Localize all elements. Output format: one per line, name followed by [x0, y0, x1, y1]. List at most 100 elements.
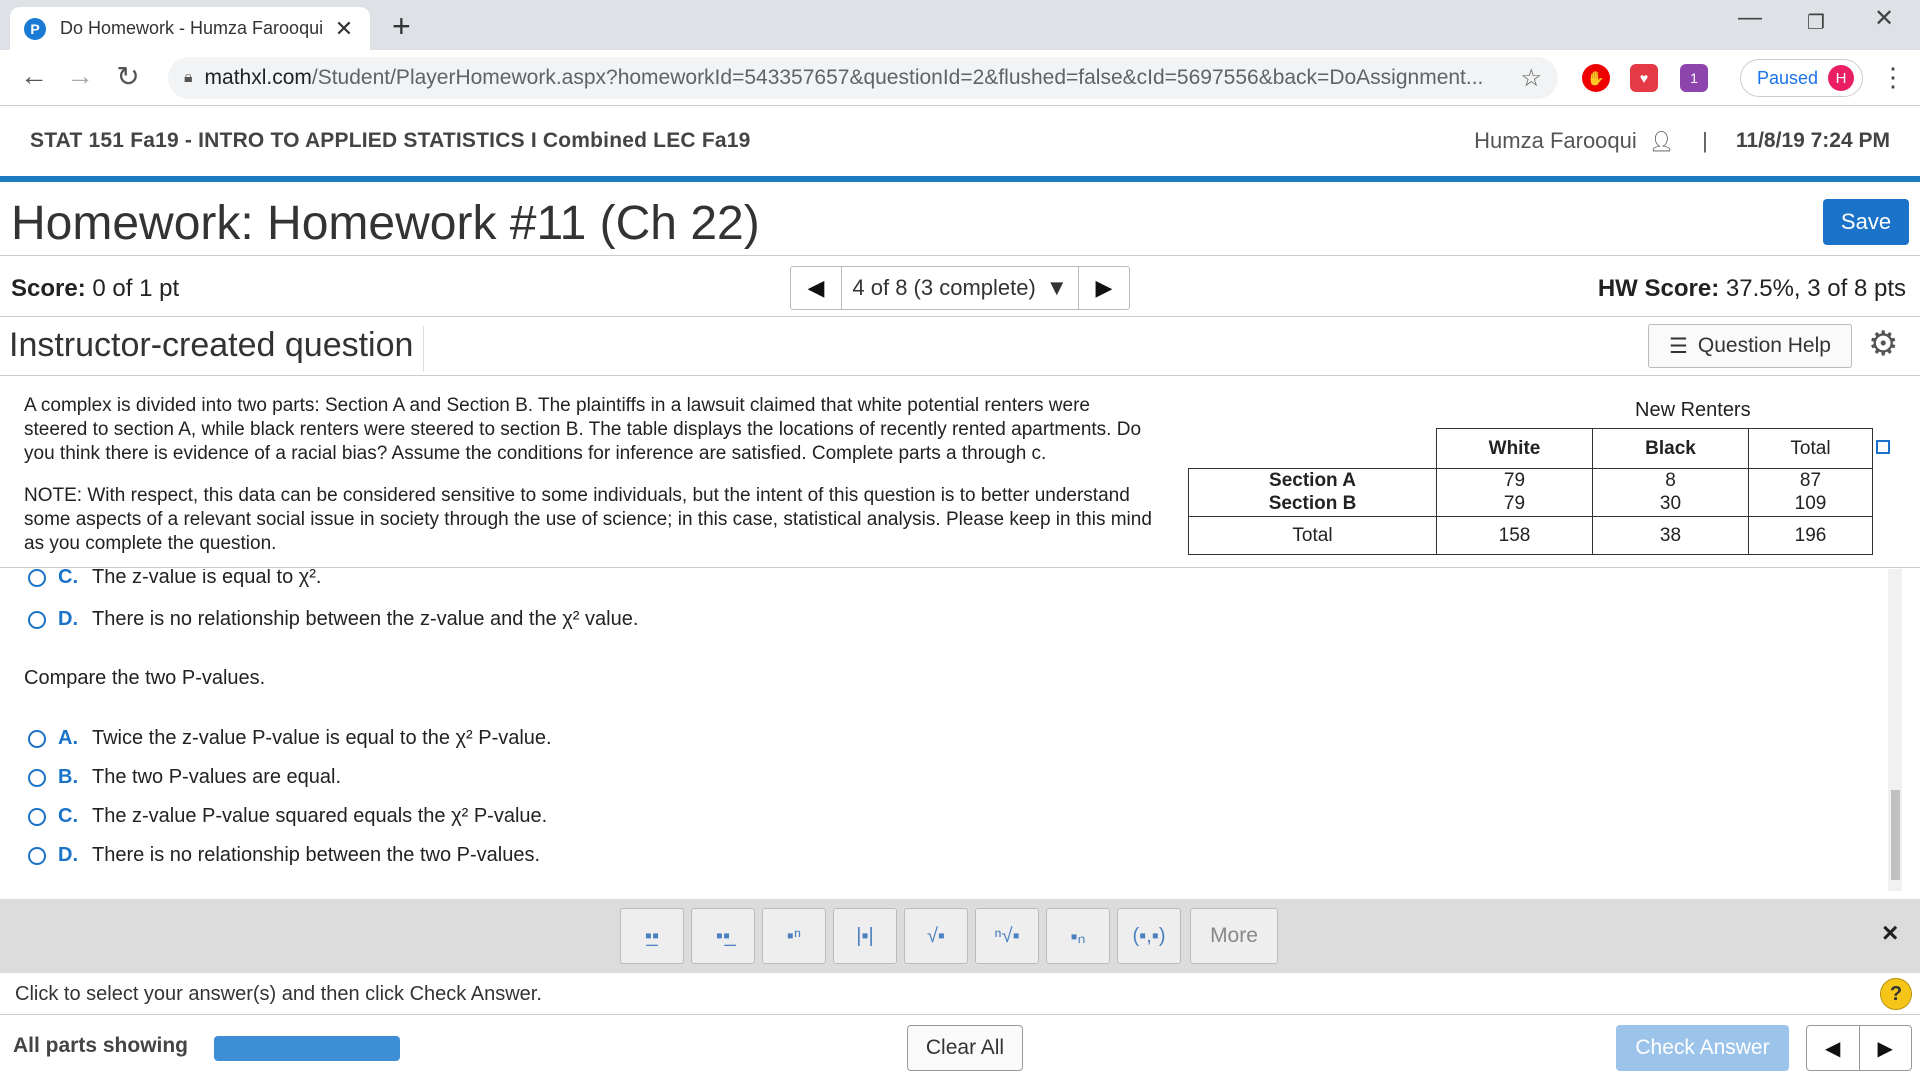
question-type-bar: Instructor-created question ☰ Question H… — [0, 318, 1920, 376]
forward-arrow-icon[interactable]: → — [62, 60, 98, 92]
header-datetime: 11/8/19 7:24 PM — [1735, 129, 1890, 152]
nth-root-button[interactable]: ⁿ√▪ — [975, 908, 1039, 964]
prev-part-icon[interactable]: ◀ — [1807, 1026, 1860, 1070]
exponent-icon: ▪ⁿ — [786, 924, 802, 947]
table-cell: 79 — [1436, 492, 1593, 517]
table-header: Total — [1748, 428, 1873, 469]
minimize-icon[interactable]: — — [1730, 4, 1770, 32]
table-cell: 158 — [1436, 516, 1593, 555]
question-navigator: ◀ 4 of 8 (3 complete) ▼ ▶ — [790, 266, 1130, 310]
profile-paused-button[interactable]: Paused H — [1740, 59, 1864, 97]
fraction-icon: ▪̲▪ — [644, 924, 660, 947]
user-icon: 👤︎ — [1648, 130, 1675, 153]
ordered-pair-button[interactable]: (▪,▪) — [1117, 908, 1181, 964]
next-part-icon[interactable]: ▶ — [1860, 1026, 1912, 1070]
parts-showing-label: All parts showing — [13, 1034, 189, 1057]
answer-option[interactable]: A. Twice the z-value P-value is equal to… — [28, 727, 552, 750]
send-extension-icon[interactable]: 1 — [1680, 64, 1708, 92]
bottom-bar: All parts showing Clear All Check Answer… — [0, 1016, 1920, 1080]
square-root-icon: √▪ — [926, 924, 946, 947]
sub-question-prompt: Compare the two P-values. — [24, 667, 266, 689]
row-label: Total — [1188, 516, 1437, 555]
row-label: Section B — [1188, 492, 1437, 517]
window-close-icon[interactable]: ✕ — [1864, 4, 1904, 33]
new-tab-icon[interactable]: + — [392, 8, 411, 45]
tab-title: Do Homework - Humza Farooqui — [60, 18, 324, 38]
list-icon: ☰ — [1669, 334, 1688, 358]
lock-icon: 🔒︎ — [184, 69, 193, 86]
back-arrow-icon[interactable]: ← — [16, 60, 52, 92]
table-title: New Renters — [1635, 399, 1751, 421]
square-root-button[interactable]: √▪ — [904, 908, 968, 964]
absolute-value-button[interactable]: |▪| — [833, 908, 897, 964]
radio-button[interactable] — [28, 807, 46, 826]
table-cell: 30 — [1592, 492, 1749, 517]
clear-all-button[interactable]: Clear All — [907, 1025, 1023, 1071]
question-stem: A complex is divided into two parts: Sec… — [0, 377, 1920, 568]
header-separator: | — [1702, 128, 1708, 153]
answer-option[interactable]: C. The z-value P-value squared equals th… — [28, 805, 547, 828]
help-icon[interactable]: ? — [1880, 978, 1912, 1010]
bookmark-star-icon[interactable]: ☆ — [1520, 64, 1542, 93]
expand-table-icon[interactable] — [1876, 440, 1890, 454]
table-cell: 79 — [1436, 468, 1593, 493]
table-cell: 196 — [1748, 516, 1873, 555]
browser-toolbar: ← → ↻ 🔒︎ mathxl.com/Student/PlayerHomewo… — [0, 50, 1920, 106]
answer-option[interactable]: B. The two P-values are equal. — [28, 766, 341, 789]
instruction-text: Click to select your answer(s) and then … — [15, 983, 542, 1005]
scrollbar-thumb[interactable] — [1891, 790, 1900, 880]
subscript-button[interactable]: ▪ₙ — [1046, 908, 1110, 964]
restore-icon[interactable]: ❐ — [1796, 10, 1836, 35]
more-button[interactable]: More — [1190, 908, 1278, 964]
exponent-button[interactable]: ▪ⁿ — [762, 908, 826, 964]
pocket-extension-icon[interactable]: ♥ — [1630, 64, 1658, 92]
ordered-pair-icon: (▪,▪) — [1132, 924, 1166, 947]
subscript-icon: ▪ₙ — [1070, 925, 1086, 948]
table-cell: 38 — [1592, 516, 1749, 555]
answer-option[interactable]: C. The z-value is equal to χ². — [28, 569, 322, 589]
browser-tab[interactable]: P Do Homework - Humza Farooqui ✕ — [10, 7, 370, 50]
part-navigator: ◀ ▶ — [1806, 1025, 1912, 1071]
fraction-button[interactable]: ▪̲▪ — [620, 908, 684, 964]
radio-button[interactable] — [28, 610, 46, 629]
course-name: STAT 151 Fa19 - INTRO TO APPLIED STATIST… — [30, 129, 751, 152]
hint-row: Click to select your answer(s) and then … — [0, 973, 1920, 1015]
course-header: STAT 151 Fa19 - INTRO TO APPLIED STATIST… — [0, 106, 1920, 182]
radio-button[interactable] — [28, 846, 46, 865]
prev-question-icon[interactable]: ◀ — [791, 267, 841, 309]
question-help-button[interactable]: ☰ Question Help — [1648, 324, 1852, 368]
address-bar[interactable]: 🔒︎ mathxl.com/Student/PlayerHomework.asp… — [168, 57, 1558, 99]
close-palette-icon[interactable]: × — [1882, 917, 1898, 949]
user-name[interactable]: Humza Farooqui — [1474, 128, 1637, 154]
note-paragraph: NOTE: With respect, this data can be con… — [24, 485, 1152, 554]
check-answer-button[interactable]: Check Answer — [1616, 1025, 1789, 1071]
score-row: Score: 0 of 1 pt ◀ 4 of 8 (3 complete) ▼… — [0, 257, 1920, 317]
adblock-extension-icon[interactable]: ✋ — [1582, 64, 1610, 92]
tab-close-icon[interactable]: ✕ — [332, 16, 356, 42]
table-cell: 8 — [1592, 468, 1749, 493]
radio-button[interactable] — [28, 569, 46, 587]
next-question-icon[interactable]: ▶ — [1079, 267, 1129, 309]
absolute-value-icon: |▪| — [856, 924, 874, 947]
extension-badge: 1 — [1690, 70, 1698, 86]
homework-title-bar: Homework: Homework #11 (Ch 22) Save — [0, 188, 1920, 256]
table-header: Black — [1592, 428, 1749, 469]
answer-option[interactable]: D. There is no relationship between the … — [28, 608, 638, 631]
answer-area: C. The z-value is equal to χ². D. There … — [0, 569, 1920, 899]
reload-icon[interactable]: ↻ — [110, 60, 146, 93]
parts-progress-bar — [214, 1036, 400, 1061]
page-title: Homework: Homework #11 (Ch 22) — [11, 197, 760, 250]
browser-menu-icon[interactable]: ⋮ — [1880, 62, 1906, 93]
mixed-number-icon: ▪▪̲ — [715, 924, 731, 947]
question-selector[interactable]: 4 of 8 (3 complete) ▼ — [841, 267, 1079, 309]
gear-icon[interactable]: ⚙ — [1868, 324, 1898, 364]
nth-root-icon: ⁿ√▪ — [994, 924, 1020, 947]
mixed-number-button[interactable]: ▪▪̲ — [691, 908, 755, 964]
answer-option[interactable]: D. There is no relationship between the … — [28, 844, 540, 867]
hw-score: HW Score: 37.5%, 3 of 8 pts — [1597, 275, 1906, 302]
radio-button[interactable] — [28, 768, 46, 787]
save-button[interactable]: Save — [1823, 199, 1909, 245]
question-type-label: Instructor-created question — [9, 326, 425, 372]
url-text: mathxl.com/Student/PlayerHomework.aspx?h… — [204, 66, 1484, 89]
radio-button[interactable] — [28, 729, 46, 748]
